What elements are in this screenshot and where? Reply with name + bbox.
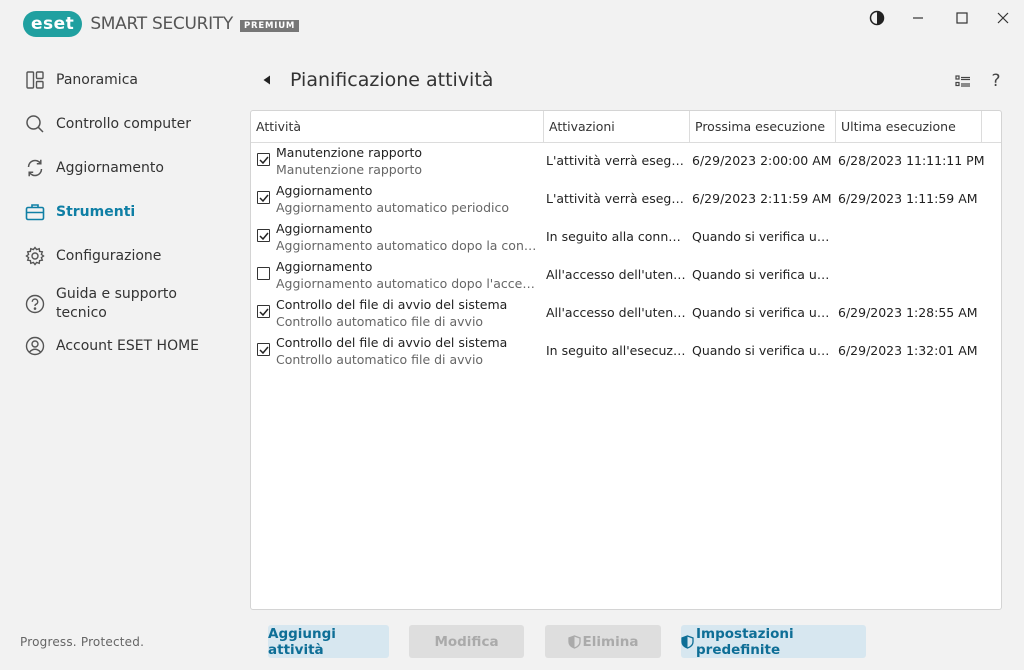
- sidebar-item-panoramica[interactable]: Panoramica: [0, 58, 250, 102]
- product-name: SMART SECURITY: [90, 14, 234, 34]
- contrast-icon[interactable]: [864, 8, 890, 28]
- task-last-run: 6/29/2023 1:28:55 AM: [838, 305, 978, 320]
- column-header-prossima[interactable]: Prossima esecuzione: [690, 111, 836, 142]
- table-row[interactable]: Aggiornamento Aggiornamento automatico p…: [251, 181, 1001, 219]
- table-row[interactable]: Controllo del file di avvio del sistema …: [251, 295, 1001, 333]
- task-trigger: L'attività verrà eseguit...: [546, 191, 688, 206]
- task-checkbox[interactable]: [257, 191, 270, 204]
- column-header-ultima[interactable]: Ultima esecuzione: [836, 111, 982, 142]
- task-checkbox[interactable]: [257, 305, 270, 318]
- task-name: Controllo del file di avvio del sistema: [276, 335, 508, 350]
- column-header-attivita[interactable]: Attività: [251, 111, 544, 142]
- task-next-run: 6/29/2023 2:11:59 AM: [692, 191, 832, 206]
- task-next-run: Quando si verifica un ...: [692, 305, 834, 320]
- sidebar-item-controllo-computer[interactable]: Controllo computer: [0, 102, 250, 146]
- task-name: Controllo del file di avvio del sistema: [276, 297, 508, 312]
- task-trigger: L'attività verrà eseguit...: [546, 153, 688, 168]
- edit-label: Modifica: [434, 633, 499, 650]
- task-last-run: 6/29/2023 1:11:59 AM: [838, 191, 978, 206]
- sidebar-item-label: Configurazione: [56, 247, 162, 264]
- task-name: Aggiornamento: [276, 221, 373, 236]
- eset-logo: eset SMART SECURITY PREMIUM: [23, 11, 300, 37]
- sidebar-item-aggiornamento[interactable]: Aggiornamento: [0, 146, 250, 190]
- task-description: Controllo automatico file di avvio: [276, 314, 484, 329]
- task-description: Manutenzione rapporto: [276, 162, 423, 177]
- shield-icon: [681, 634, 694, 649]
- help-circle-icon: [24, 293, 46, 315]
- tagline: Progress. Protected.: [20, 635, 145, 649]
- help-icon[interactable]: ?: [985, 70, 1007, 92]
- sidebar-item-label: Panoramica: [56, 71, 138, 88]
- task-trigger: All'accesso dell'utente ...: [546, 305, 688, 320]
- edition-badge: PREMIUM: [240, 20, 300, 32]
- task-next-run: Quando si verifica un ...: [692, 267, 834, 282]
- task-name: Manutenzione rapporto: [276, 145, 423, 160]
- delete-button[interactable]: Elimina: [545, 625, 661, 658]
- task-description: Aggiornamento automatico dopo l'accesso …: [276, 276, 541, 291]
- sidebar-item-label: Account ESET HOME: [56, 337, 200, 354]
- task-checkbox[interactable]: [257, 153, 270, 166]
- shield-icon: [567, 634, 581, 649]
- logo-badge: eset: [23, 11, 83, 37]
- briefcase-icon: [24, 201, 46, 223]
- task-description: Controllo automatico file di avvio: [276, 352, 484, 367]
- default-settings-button[interactable]: Impostazioni predefinite: [681, 625, 866, 658]
- close-icon[interactable]: [990, 8, 1016, 28]
- default-settings-label: Impostazioni predefinite: [696, 625, 794, 658]
- page-title: Pianificazione attività: [290, 69, 494, 91]
- sidebar-item-account[interactable]: Account ESET HOME: [0, 324, 250, 368]
- minimize-icon[interactable]: [905, 8, 931, 28]
- table-row[interactable]: Aggiornamento Aggiornamento automatico d…: [251, 257, 1001, 295]
- task-last-run: 6/28/2023 11:11:11 PM: [838, 153, 985, 168]
- task-next-run: Quando si verifica un ...: [692, 343, 834, 358]
- sidebar-item-label: Strumenti: [56, 203, 136, 220]
- task-trigger: All'accesso dell'utente ...: [546, 267, 688, 282]
- sidebar-item-guida[interactable]: Guida e supporto tecnico: [0, 278, 250, 330]
- task-checkbox[interactable]: [257, 267, 270, 280]
- delete-label: Elimina: [582, 633, 639, 650]
- sidebar-item-configurazione[interactable]: Configurazione: [0, 234, 250, 278]
- task-next-run: 6/29/2023 2:00:00 AM: [692, 153, 832, 168]
- maximize-icon[interactable]: [949, 8, 975, 28]
- add-task-button[interactable]: Aggiungi attività: [268, 625, 389, 658]
- scheduler-table: Attività Attivazioni Prossima esecuzione…: [250, 110, 1002, 610]
- task-description: Aggiornamento automatico dopo la conness…: [276, 238, 541, 253]
- task-name: Aggiornamento: [276, 183, 373, 198]
- task-last-run: 6/29/2023 1:32:01 AM: [838, 343, 978, 358]
- sidebar-item-label: Guida e supporto tecnico: [56, 286, 177, 321]
- gear-icon: [24, 245, 46, 267]
- add-task-label: Aggiungi attività: [268, 625, 336, 658]
- table-row[interactable]: Controllo del file di avvio del sistema …: [251, 333, 1001, 371]
- magnifier-icon: [24, 113, 46, 135]
- refresh-icon: [24, 157, 46, 179]
- table-header: Attività Attivazioni Prossima esecuzione…: [251, 111, 1001, 143]
- task-next-run: Quando si verifica un ...: [692, 229, 834, 244]
- sidebar-nav: Panoramica Controllo computer Aggiorname…: [0, 58, 250, 368]
- sidebar-item-label: Controllo computer: [56, 115, 192, 132]
- task-checkbox[interactable]: [257, 229, 270, 242]
- dashboard-icon: [24, 69, 46, 91]
- back-arrow-icon[interactable]: [258, 70, 276, 90]
- column-header-attivazioni[interactable]: Attivazioni: [544, 111, 690, 142]
- task-trigger: In seguito all'esecuzio...: [546, 343, 688, 358]
- account-icon: [24, 335, 46, 357]
- task-trigger: In seguito alla conness...: [546, 229, 688, 244]
- view-list-icon[interactable]: [952, 70, 974, 92]
- edit-button[interactable]: Modifica: [409, 625, 524, 658]
- sidebar-item-strumenti[interactable]: Strumenti: [0, 190, 250, 234]
- task-name: Aggiornamento: [276, 259, 373, 274]
- task-description: Aggiornamento automatico periodico: [276, 200, 510, 215]
- table-row[interactable]: Aggiornamento Aggiornamento automatico d…: [251, 219, 1001, 257]
- sidebar-item-label: Aggiornamento: [56, 159, 164, 176]
- table-row[interactable]: Manutenzione rapporto Manutenzione rappo…: [251, 143, 1001, 181]
- task-checkbox[interactable]: [257, 343, 270, 356]
